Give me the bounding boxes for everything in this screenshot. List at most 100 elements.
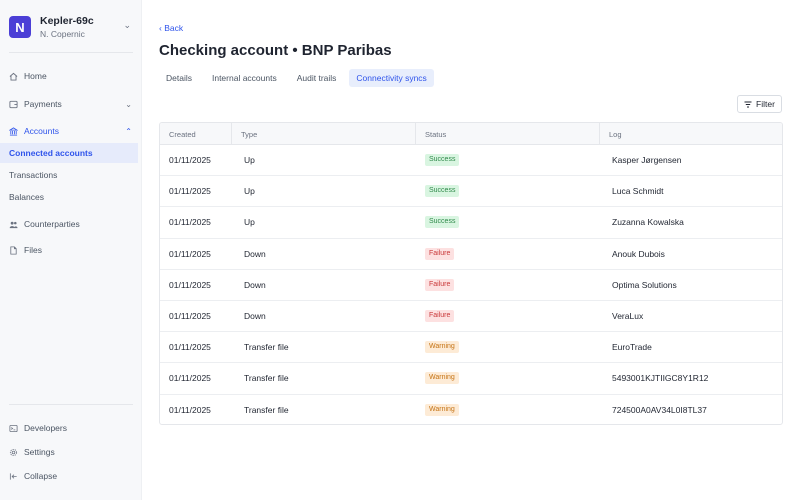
table-row[interactable]: 01/11/2025 Up Success Kasper Jørgensen bbox=[160, 145, 782, 177]
org-name: Kepler-69c bbox=[40, 15, 94, 27]
cell-created: 01/11/2025 bbox=[169, 279, 211, 290]
cell-type: Up bbox=[244, 186, 255, 197]
org-user: N. Copernic bbox=[40, 29, 85, 39]
status-badge: Warning bbox=[425, 341, 459, 354]
sidebar-item-balances[interactable]: Balances bbox=[0, 187, 138, 207]
cell-log: 724500A0AV34L0I8TL37 bbox=[612, 405, 707, 416]
table-row[interactable]: 01/11/2025 Transfer file Warning 5493001… bbox=[160, 363, 782, 395]
sidebar-item-label: Balances bbox=[9, 192, 44, 202]
cell-log: Luca Schmidt bbox=[612, 186, 664, 197]
cell-type: Up bbox=[244, 217, 255, 228]
table-row[interactable]: 01/11/2025 Down Failure Anouk Dubois bbox=[160, 239, 782, 270]
cell-created: 01/11/2025 bbox=[169, 217, 211, 228]
sidebar-item-payments[interactable]: Payments ⌄ bbox=[0, 94, 138, 114]
cell-log: Anouk Dubois bbox=[612, 248, 665, 259]
tab-internal-accounts[interactable]: Internal accounts bbox=[205, 69, 284, 87]
sidebar: N Kepler-69c N. Copernic ⌄ Home Payments… bbox=[0, 0, 142, 500]
cell-type: Transfer file bbox=[244, 342, 289, 353]
cell-created: 01/11/2025 bbox=[169, 248, 211, 259]
page-title: Checking account • BNP Paribas bbox=[159, 42, 392, 59]
collapse-icon bbox=[9, 472, 18, 481]
status-badge: Success bbox=[425, 154, 460, 167]
sidebar-item-connected-accounts[interactable]: Connected accounts bbox=[0, 143, 138, 163]
status-badge: Failure bbox=[425, 310, 455, 323]
users-icon bbox=[9, 220, 18, 229]
status-badge: Warning bbox=[425, 372, 459, 385]
table-header: Created Type Status Log bbox=[160, 123, 782, 145]
sidebar-item-label: Files bbox=[24, 245, 42, 255]
tab-connectivity-syncs[interactable]: Connectivity syncs bbox=[349, 69, 434, 87]
cell-type: Up bbox=[244, 155, 255, 166]
sidebar-item-label: Transactions bbox=[9, 170, 58, 180]
sidebar-item-developers[interactable]: Developers bbox=[0, 418, 138, 438]
table-row[interactable]: 01/11/2025 Up Success Luca Schmidt bbox=[160, 176, 782, 208]
sidebar-item-label: Counterparties bbox=[24, 219, 80, 229]
sidebar-item-counterparties[interactable]: Counterparties bbox=[0, 214, 138, 234]
column-header-created[interactable]: Created bbox=[160, 123, 232, 145]
home-icon bbox=[9, 72, 18, 81]
cell-type: Down bbox=[244, 311, 266, 322]
back-link[interactable]: ‹ Back bbox=[159, 23, 183, 33]
cell-created: 01/11/2025 bbox=[169, 186, 211, 197]
terminal-icon bbox=[9, 424, 18, 433]
chevron-down-icon: ⌄ bbox=[123, 20, 131, 30]
cell-type: Transfer file bbox=[244, 373, 289, 384]
sidebar-item-label: Accounts bbox=[24, 126, 59, 136]
cell-log: 5493001KJTIIGC8Y1R12 bbox=[612, 373, 709, 384]
column-header-log[interactable]: Log bbox=[600, 123, 782, 145]
cell-type: Down bbox=[244, 248, 266, 259]
sidebar-item-collapse[interactable]: Collapse bbox=[0, 466, 138, 486]
sidebar-item-settings[interactable]: Settings bbox=[0, 442, 138, 462]
sidebar-divider bbox=[9, 404, 133, 405]
cell-log: EuroTrade bbox=[612, 342, 652, 353]
cell-created: 01/11/2025 bbox=[169, 342, 211, 353]
file-icon bbox=[9, 245, 18, 255]
sidebar-item-home[interactable]: Home bbox=[0, 66, 138, 86]
tab-audit-trails[interactable]: Audit trails bbox=[290, 69, 344, 87]
filter-label: Filter bbox=[756, 99, 775, 109]
filter-button[interactable]: Filter bbox=[737, 95, 782, 113]
cell-type: Down bbox=[244, 279, 266, 290]
filter-icon bbox=[744, 101, 752, 108]
chevron-down-icon: ⌄ bbox=[125, 99, 132, 109]
cell-created: 01/11/2025 bbox=[169, 311, 211, 322]
sync-table: Created Type Status Log 01/11/2025 Up Su… bbox=[159, 122, 783, 425]
chevron-up-icon: ⌃ bbox=[125, 126, 132, 136]
main-content: ‹ Back Checking account • BNP Paribas De… bbox=[142, 0, 800, 500]
back-label: Back bbox=[164, 23, 184, 33]
sidebar-item-transactions[interactable]: Transactions bbox=[0, 165, 138, 185]
sidebar-item-files[interactable]: Files bbox=[0, 240, 138, 260]
status-badge: Failure bbox=[425, 247, 455, 260]
status-badge: Success bbox=[425, 216, 460, 229]
sidebar-item-label: Connected accounts bbox=[9, 148, 93, 158]
sidebar-divider bbox=[9, 52, 133, 53]
sidebar-item-label: Payments bbox=[24, 99, 62, 109]
status-badge: Success bbox=[425, 185, 460, 198]
sidebar-item-accounts[interactable]: Accounts ⌃ bbox=[0, 121, 138, 141]
cell-log: Kasper Jørgensen bbox=[612, 155, 682, 166]
gear-icon bbox=[9, 448, 18, 457]
sidebar-item-label: Collapse bbox=[24, 471, 58, 481]
status-badge: Warning bbox=[425, 404, 459, 417]
tab-bar: Details Internal accounts Audit trails C… bbox=[159, 69, 440, 87]
org-switcher[interactable]: N Kepler-69c N. Copernic ⌄ bbox=[9, 13, 135, 43]
cell-log: Zuzanna Kowalska bbox=[612, 217, 684, 228]
cell-log: VeraLux bbox=[612, 311, 644, 322]
table-row[interactable]: 01/11/2025 Transfer file Warning 724500A… bbox=[160, 395, 782, 425]
payments-icon bbox=[9, 100, 18, 109]
column-header-type[interactable]: Type bbox=[232, 123, 416, 145]
column-header-status[interactable]: Status bbox=[416, 123, 600, 145]
status-badge: Failure bbox=[425, 278, 455, 291]
cell-type: Transfer file bbox=[244, 405, 289, 416]
bank-icon bbox=[9, 126, 18, 136]
table-row[interactable]: 01/11/2025 Transfer file Warning EuroTra… bbox=[160, 332, 782, 364]
org-avatar: N bbox=[9, 16, 31, 38]
sidebar-item-label: Developers bbox=[24, 423, 67, 433]
sidebar-item-label: Settings bbox=[24, 447, 55, 457]
table-row[interactable]: 01/11/2025 Up Success Zuzanna Kowalska bbox=[160, 207, 782, 239]
cell-log: Optima Solutions bbox=[612, 279, 677, 290]
tab-details[interactable]: Details bbox=[159, 69, 199, 87]
sidebar-item-label: Home bbox=[24, 71, 47, 81]
table-row[interactable]: 01/11/2025 Down Failure VeraLux bbox=[160, 301, 782, 333]
table-row[interactable]: 01/11/2025 Down Failure Optima Solutions bbox=[160, 270, 782, 301]
